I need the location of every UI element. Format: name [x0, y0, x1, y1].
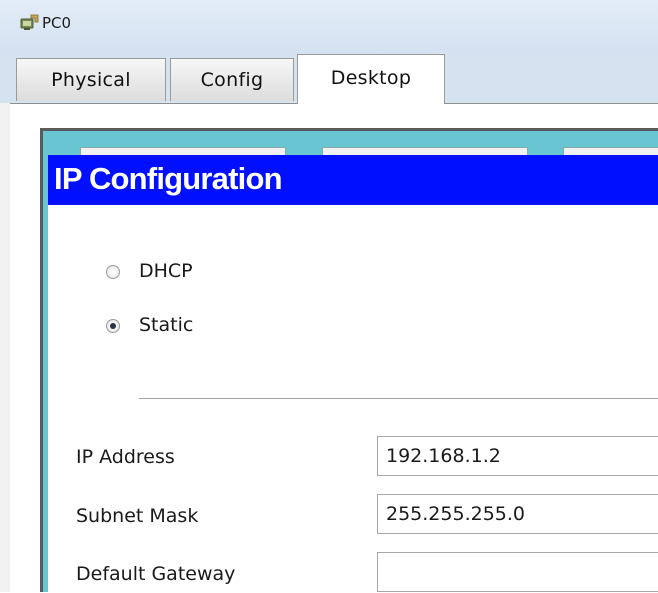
window-titlebar: PC0	[0, 0, 658, 56]
tab-desktop[interactable]: Desktop	[297, 54, 445, 104]
tab-config[interactable]: Config	[170, 58, 294, 101]
window-title: PC0	[42, 14, 72, 32]
dialog-title: IP Configuration	[54, 161, 283, 196]
ip-address-label: IP Address	[76, 446, 175, 468]
subnet-mask-label: Subnet Mask	[76, 505, 199, 527]
ip-address-input[interactable]	[377, 436, 658, 476]
subnet-mask-input[interactable]	[377, 494, 658, 534]
static-option[interactable]: Static	[106, 314, 226, 340]
section-divider	[139, 398, 658, 399]
content-margin	[0, 103, 10, 592]
dialog-title-bar: IP Configuration	[48, 155, 658, 205]
dhcp-radio[interactable]	[106, 265, 120, 279]
dhcp-option[interactable]: DHCP	[106, 260, 216, 286]
tab-physical[interactable]: Physical	[16, 58, 166, 101]
default-gateway-input[interactable]	[377, 552, 658, 592]
default-gateway-label: Default Gateway	[76, 563, 236, 585]
static-label: Static	[139, 314, 194, 336]
static-radio[interactable]	[106, 319, 120, 333]
dhcp-label: DHCP	[139, 260, 193, 282]
pc-device-icon	[20, 14, 39, 30]
